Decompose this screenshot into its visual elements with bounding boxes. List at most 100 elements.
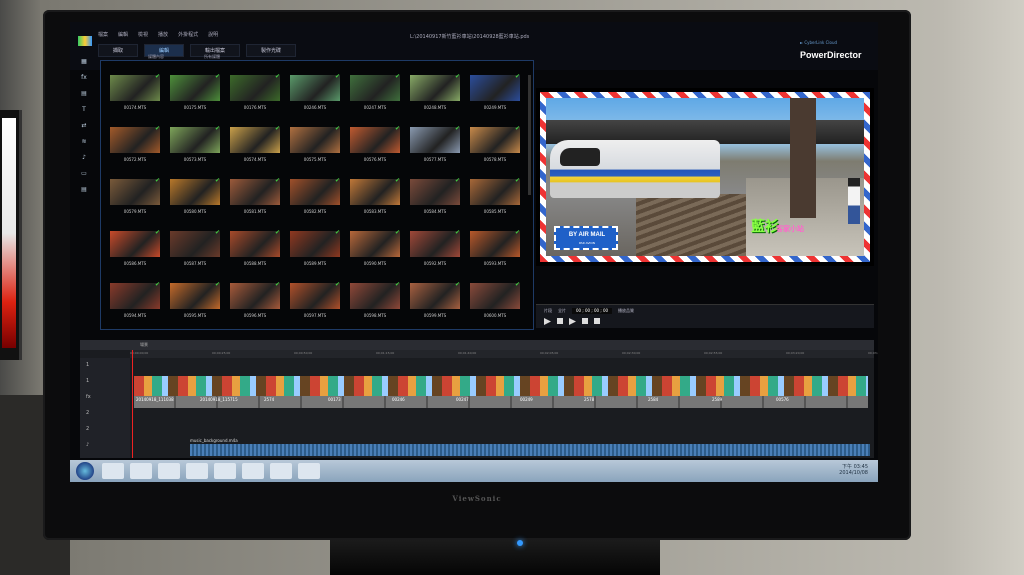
media-thumbnail[interactable]: ✔ 00578.MTS [467,125,523,173]
track-header[interactable]: 2 [86,410,89,416]
media-thumbnail[interactable]: ✔ 00572.MTS [107,125,163,173]
track-header[interactable]: 2 [86,426,89,432]
media-thumbnail[interactable]: ✔ 00249.MTS [467,73,523,121]
media-thumbnail[interactable]: ✔ 00247.MTS [347,73,403,121]
clip-mode-button[interactable]: 片段 [544,308,552,314]
media-thumbnail[interactable]: ✔ 00587.MTS [167,229,223,277]
media-thumbnail[interactable]: ✔ 00588.MTS [227,229,283,277]
playhead[interactable] [132,350,133,458]
audio-mix-icon[interactable]: ≋ [78,138,90,145]
check-icon: ✔ [155,281,161,288]
pip-icon[interactable]: ▤ [78,90,90,97]
media-thumbnail[interactable]: ✔ 00598.MTS [347,281,403,329]
media-thumbnail[interactable]: ✔ 00590.MTS [347,229,403,277]
movie-mode-button[interactable]: 全片 [558,308,566,314]
explorer-icon[interactable] [186,463,208,479]
firefox-icon[interactable] [214,463,236,479]
check-icon: ✔ [515,125,521,132]
media-thumbnail[interactable]: ✔ 00592.MTS [407,229,463,277]
ruler-tick: 00;02;55;00 [704,351,723,355]
media-thumbnail[interactable]: ✔ 00575.MTS [287,125,343,173]
track-headers: 1 1 fx 2 2 ♪ [80,358,130,458]
media-thumbnail[interactable]: ✔ 00175.MTS [167,73,223,121]
library-scrollbar[interactable] [528,75,531,195]
check-icon: ✔ [275,229,281,236]
media-thumbnail[interactable]: ✔ 00576.MTS [347,125,403,173]
media-thumbnail[interactable]: ✔ 00600.MTS [467,281,523,329]
media-thumbnail[interactable]: ✔ 00595.MTS [167,281,223,329]
powerdirector-icon[interactable] [270,463,292,479]
snapshot-icon[interactable] [582,318,588,324]
media-thumbnail[interactable]: ✔ 00599.MTS [407,281,463,329]
track-header[interactable]: ♪ [86,442,89,448]
media-thumbnail[interactable]: ✔ 00593.MTS [467,229,523,277]
thumbnail-image [350,127,400,153]
chapter-icon[interactable]: ▭ [78,170,90,177]
track-header[interactable]: 1 [86,362,89,368]
media-player-icon[interactable] [158,463,180,479]
media-thumbnail[interactable]: ✔ 00582.MTS [287,177,343,225]
video-track-1[interactable] [134,376,868,396]
media-thumbnail[interactable]: ✔ 00589.MTS [287,229,343,277]
airmail-stamp: BY AIR MAIL PAR AVION [554,226,618,250]
track-header[interactable]: fx [86,394,91,400]
thumbnail-image [410,127,460,153]
audio-track[interactable] [190,444,870,456]
media-label: 00175.MTS [183,105,207,110]
play-icon[interactable] [544,318,551,325]
menu-item[interactable]: 檔案 [98,31,108,38]
media-thumbnail[interactable]: ✔ 00577.MTS [407,125,463,173]
media-thumbnail[interactable]: ✔ 00574.MTS [227,125,283,173]
menu-item[interactable]: 說明 [208,31,218,38]
check-icon: ✔ [515,281,521,288]
windows-taskbar: 下午 03:45 2014/10/08 [70,460,878,482]
menu-item[interactable]: 外掛程式 [178,31,198,38]
menu-item[interactable]: 檢視 [138,31,148,38]
ie-icon[interactable] [102,463,124,479]
subtitle-icon[interactable]: ▤ [78,186,90,193]
media-thumbnail[interactable]: ✔ 00579.MTS [107,177,163,225]
media-thumbnail[interactable]: ✔ 00176.MTS [227,73,283,121]
title-icon[interactable]: T [78,106,90,113]
media-thumbnail[interactable]: ✔ 00597.MTS [287,281,343,329]
cloud-link[interactable]: ► CyberLink Cloud [800,40,837,45]
video-track-1-labels[interactable] [134,396,868,408]
app-icon[interactable] [298,463,320,479]
next-frame-icon[interactable] [569,318,576,325]
media-label: 00572.MTS [123,157,147,162]
voice-icon[interactable]: ♪ [78,154,90,161]
timecode-display[interactable]: 00 ; 00 ; 00 ; 00 [572,308,613,314]
start-orb-icon[interactable] [76,462,94,480]
fx-icon[interactable]: fx [78,74,90,81]
thumbnail-image [470,179,520,205]
transition-icon[interactable]: ⇄ [78,122,90,129]
thumbnail-image [350,283,400,309]
menu-item[interactable]: 編輯 [118,31,128,38]
stop-icon[interactable] [557,318,563,324]
check-icon: ✔ [275,281,281,288]
quality-dropdown[interactable]: 播放品質 [618,308,634,314]
media-thumbnail[interactable]: ✔ 00248.MTS [407,73,463,121]
media-thumbnail[interactable]: ✔ 00174.MTS [107,73,163,121]
media-thumbnail[interactable]: ✔ 00573.MTS [167,125,223,173]
media-thumbnail[interactable]: ✔ 00580.MTS [167,177,223,225]
media-thumbnail[interactable]: ✔ 00581.MTS [227,177,283,225]
track-header[interactable]: 1 [86,378,89,384]
thumbnail-image [470,75,520,101]
menu-item[interactable]: 播放 [158,31,168,38]
media-thumbnail[interactable]: ✔ 00585.MTS [467,177,523,225]
timeline-ruler[interactable]: 00;00;00;00 00;00;25;00 00;00;50;00 00;01;1… [130,350,878,358]
photo-icon[interactable] [242,463,264,479]
media-thumbnail[interactable]: ✔ 00596.MTS [227,281,283,329]
media-icon[interactable]: ▦ [78,58,90,65]
taskbar-clock[interactable]: 下午 03:45 2014/10/08 [839,464,868,476]
media-thumbnail[interactable]: ✔ 00583.MTS [347,177,403,225]
folder-icon[interactable] [130,463,152,479]
volume-icon[interactable] [594,318,600,324]
media-thumbnail[interactable]: ✔ 00586.MTS [107,229,163,277]
check-icon: ✔ [395,125,401,132]
media-thumbnail[interactable]: ✔ 00584.MTS [407,177,463,225]
media-thumbnail[interactable]: ✔ 00594.MTS [107,281,163,329]
media-thumbnail[interactable]: ✔ 00246.MTS [287,73,343,121]
media-label: 00578.MTS [483,157,507,162]
